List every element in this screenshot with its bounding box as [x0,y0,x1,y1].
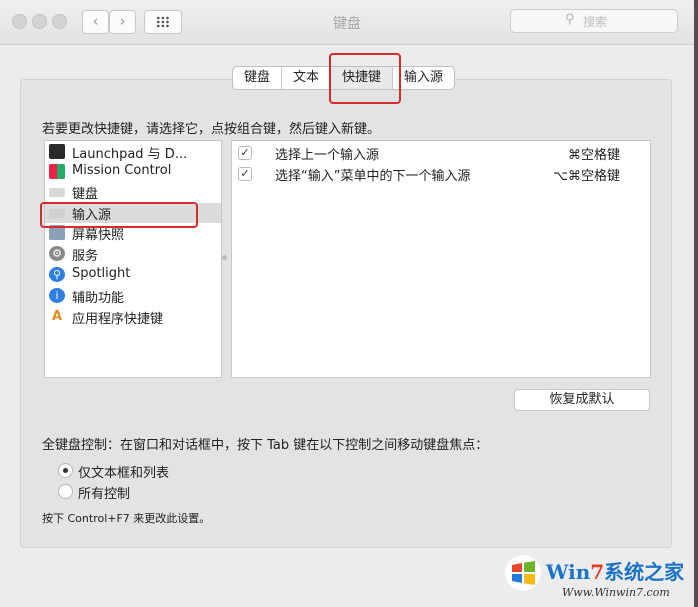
shortcut-checkbox[interactable]: ✓ [238,146,252,160]
radio-label: 仅文本框和列表 [78,466,170,481]
launchpad-icon [49,144,65,159]
category-label: 输入源 [72,208,112,223]
mission-control-icon [49,164,65,179]
shortcut-description: 选择上一个输入源 [275,148,380,163]
watermark-url: Www.Winwin7.com [562,586,670,599]
windows-logo-icon [505,555,541,591]
category-label: 服务 [72,249,99,264]
preferences-window: ‹ › 键盘 ⚲ 搜索 键盘 文本 快捷键 输入源 若要更改快捷键，请选择它，点… [0,0,694,607]
shortcut-description: 选择“输入”菜单中的下一个输入源 [275,169,471,184]
split-view-handle[interactable] [222,255,227,260]
keyboard-icon [49,188,65,197]
app-shortcuts-icon: A [51,309,63,324]
hint-text: 按下 Control+F7 来更改此设置。 [42,512,211,525]
tab-input-sources[interactable]: 输入源 [393,67,454,89]
shortcut-key[interactable]: ⌥⌘空格键 [553,165,620,184]
category-label: Launchpad 与 D... [72,147,188,162]
tab-text[interactable]: 文本 [282,67,332,89]
instruction-text: 若要更改快捷键，请选择它，点按组合键，然后键入新键。 [42,122,381,137]
category-item-mission-control[interactable]: Mission Control [45,162,221,182]
screenshot-icon [49,225,65,240]
shortcut-key[interactable]: ⌘空格键 [568,144,620,163]
input-source-icon [49,209,65,218]
shortcut-row[interactable]: ✓ 选择“输入”菜单中的下一个输入源 ⌥⌘空格键 [232,164,650,184]
radio-button[interactable] [58,484,73,499]
category-label: 辅助功能 [72,291,125,306]
category-item-app-shortcuts[interactable]: A 应用程序快捷键 [45,307,221,327]
watermark: Win7系统之家 Www.Winwin7.com [500,552,698,607]
title-bar: ‹ › 键盘 ⚲ 搜索 [0,0,694,45]
category-item-services[interactable]: ⚙ 服务 [45,244,221,264]
restore-defaults-button[interactable]: 恢复成默认 [514,389,650,411]
watermark-brand: Win7系统之家 [546,560,685,584]
category-list[interactable]: Launchpad 与 D... Mission Control 键盘 输入源 … [44,140,222,378]
spotlight-icon: ⚲ [49,267,65,282]
keyboard-control-label: 全键盘控制：在窗口和对话框中，按下 Tab 键在以下控制之间移动键盘焦点： [42,438,489,453]
category-label: 应用程序快捷键 [72,312,164,327]
gear-icon: ⚙ [49,246,65,261]
tab-bar: 键盘 文本 快捷键 输入源 [232,66,456,90]
shortcut-checkbox[interactable]: ✓ [238,167,252,181]
search-placeholder: 搜索 [583,15,608,29]
category-label: Mission Control [72,163,172,178]
tab-shortcuts[interactable]: 快捷键 [331,67,394,89]
radio-label: 所有控制 [78,487,131,502]
accessibility-icon: i [49,288,65,303]
search-icon: ⚲ [565,12,575,27]
shortcut-list[interactable]: ✓ 选择上一个输入源 ⌘空格键 ✓ 选择“输入”菜单中的下一个输入源 ⌥⌘空格键 [231,140,651,378]
category-item-spotlight[interactable]: ⚲ Spotlight [45,265,221,285]
category-label: 键盘 [72,187,99,202]
category-item-accessibility[interactable]: i 辅助功能 [45,286,221,306]
shortcut-row[interactable]: ✓ 选择上一个输入源 ⌘空格键 [232,143,650,163]
tab-keyboard[interactable]: 键盘 [233,67,283,89]
category-item-screenshots[interactable]: 屏幕快照 [45,223,221,243]
category-label: Spotlight [72,266,131,281]
search-field[interactable]: ⚲ 搜索 [510,9,678,33]
category-item-input-sources[interactable]: 输入源 [45,203,221,223]
category-label: 屏幕快照 [72,228,125,243]
category-item-keyboard[interactable]: 键盘 [45,182,221,202]
category-item-launchpad[interactable]: Launchpad 与 D... [45,142,221,162]
radio-button[interactable] [58,463,73,478]
